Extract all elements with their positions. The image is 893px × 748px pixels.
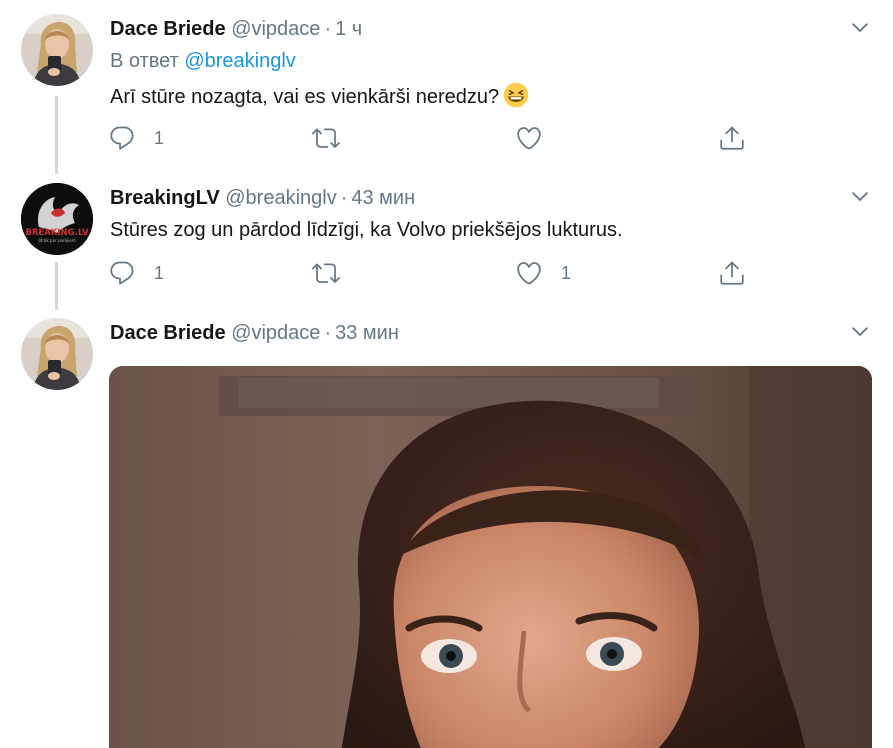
tweet-actions: 1 1 (108, 258, 768, 288)
tweet-text: Stūres zog un pārdod līdzīgi, ka Volvo p… (110, 219, 623, 241)
tweet-text: Arī stūre nozagta, vai es vienkārši nere… (110, 82, 529, 110)
timeline: Dace Briede @vipdace · 1 ч В ответ @breaki… (0, 0, 893, 748)
tweet-header: BreakingLV @breakinglv · 43 мин (110, 186, 415, 210)
tweet-actions: 1 (108, 123, 768, 153)
author-name[interactable]: BreakingLV (110, 187, 220, 209)
heart-icon (515, 259, 543, 287)
timestamp[interactable]: 43 мин (351, 187, 415, 209)
woman-avatar-icon (21, 318, 93, 390)
retweet-button[interactable] (312, 258, 358, 288)
separator: · (324, 18, 332, 40)
retweet-button[interactable] (312, 123, 358, 153)
like-button[interactable]: 1 (515, 258, 571, 288)
author-name[interactable]: Dace Briede (110, 322, 226, 344)
svg-text:BREAKING.LV: BREAKING.LV (25, 228, 89, 238)
woman-avatar-icon (21, 14, 93, 86)
separator: · (340, 187, 348, 209)
reply-prefix: В ответ (110, 50, 179, 72)
share-icon (718, 124, 746, 152)
chevron-down-icon[interactable] (849, 186, 871, 208)
share-icon (718, 259, 746, 287)
tweet[interactable]: BREAKING.LV ātrāk par pārējiem BreakingL… (0, 175, 893, 310)
author-handle[interactable]: @vipdace (231, 18, 320, 40)
tweet-header: Dace Briede @vipdace · 33 мин (110, 321, 399, 345)
author-name[interactable]: Dace Briede (110, 18, 226, 40)
separator: · (324, 322, 332, 344)
reply-button[interactable]: 1 (108, 123, 164, 153)
retweet-icon (312, 124, 340, 152)
grinning-squinting-face-icon (503, 82, 529, 108)
gif-image (109, 366, 872, 748)
mention-link[interactable]: @breakinglv (184, 50, 295, 72)
svg-text:ātrāk par pārējiem: ātrāk par pārējiem (38, 238, 75, 243)
timestamp[interactable]: 1 ч (335, 18, 362, 40)
author-handle[interactable]: @breakinglv (225, 187, 336, 209)
reply-icon (108, 124, 136, 152)
like-button[interactable] (515, 123, 561, 153)
like-count: 1 (561, 262, 572, 283)
reply-button[interactable]: 1 (108, 258, 164, 288)
avatar[interactable] (21, 14, 93, 86)
avatar[interactable] (21, 318, 93, 390)
timestamp[interactable]: 33 мин (335, 322, 399, 344)
reply-icon (108, 259, 136, 287)
reply-count: 1 (154, 262, 165, 283)
reply-count: 1 (154, 127, 165, 148)
heart-icon (515, 124, 543, 152)
reply-context: В ответ @breakinglv (110, 49, 296, 73)
tweet-media-gif[interactable] (109, 366, 872, 748)
retweet-icon (312, 259, 340, 287)
share-button[interactable] (718, 123, 746, 153)
share-button[interactable] (718, 258, 746, 288)
breakinglv-logo-icon: BREAKING.LV ātrāk par pārējiem (21, 183, 93, 255)
avatar[interactable]: BREAKING.LV ātrāk par pārējiem (21, 183, 93, 255)
tweet[interactable]: Dace Briede @vipdace · 1 ч В ответ @breaki… (0, 0, 893, 175)
tweet-text-content: Arī stūre nozagta, vai es vienkārši nere… (110, 86, 500, 108)
chevron-down-icon[interactable] (849, 17, 871, 39)
tweet-header: Dace Briede @vipdace · 1 ч (110, 17, 362, 41)
author-handle[interactable]: @vipdace (231, 322, 320, 344)
chevron-down-icon[interactable] (849, 321, 871, 343)
